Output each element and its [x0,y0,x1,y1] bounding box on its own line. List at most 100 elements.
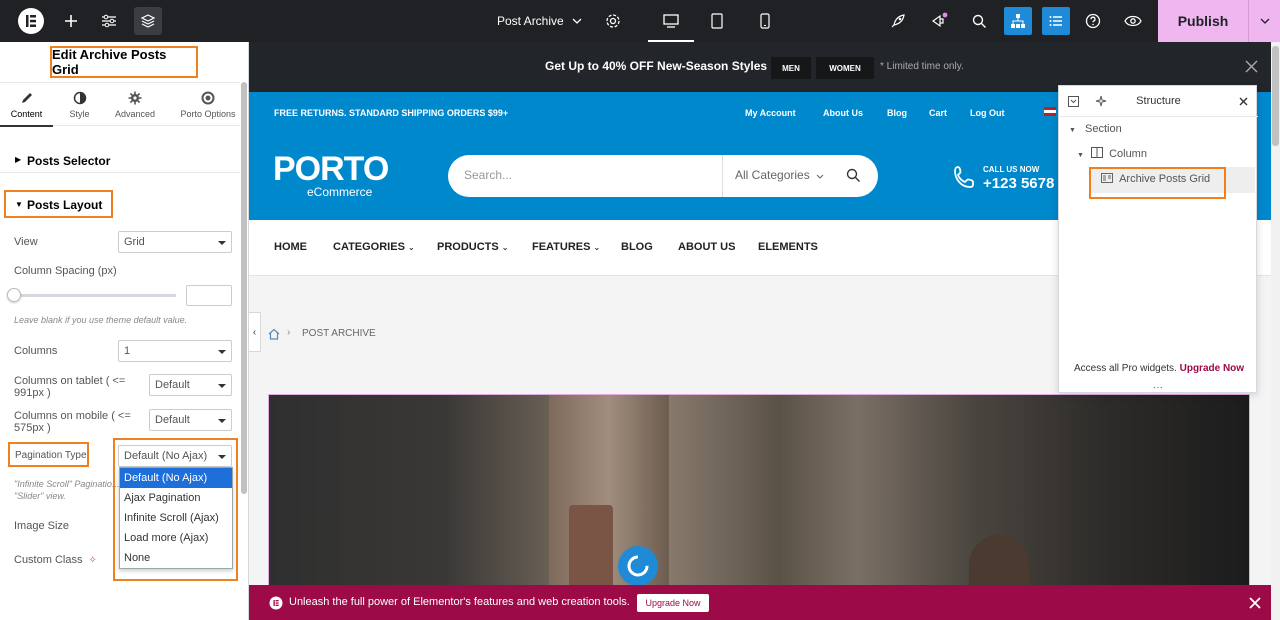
site-settings-button[interactable] [96,0,122,42]
tab-porto-options[interactable]: Porto Options [172,83,244,127]
column-spacing-label: Column Spacing (px) [14,265,117,277]
nav-item-products[interactable]: PRODUCTS ⌄ [437,241,509,253]
columns-mobile-value: Default [155,414,190,426]
whats-new-button[interactable] [926,0,952,42]
caret-down-icon: ▼ [1069,127,1076,134]
pagination-type-label: Pagination Type [8,442,89,467]
add-element-button[interactable] [58,0,84,42]
preview-button[interactable] [1120,0,1146,42]
mobile-view-button[interactable] [752,0,778,42]
nav-label: FEATURES [532,241,591,253]
preview-scrollbar[interactable] [1271,42,1280,620]
publish-options-button[interactable] [1248,0,1280,42]
nav-item-categories[interactable]: CATEGORIES ⌄ [333,241,415,253]
collapse-panel-button[interactable]: ‹ [249,312,261,352]
page-selector[interactable]: Post Archive [482,0,592,42]
dropdown-option[interactable]: Infinite Scroll (Ajax) [120,508,232,528]
category-select[interactable]: All Categories [722,155,832,197]
upgrade-now-button[interactable]: Upgrade Now [637,594,709,612]
page-settings-button[interactable] [600,0,626,42]
search-input[interactable]: Search... [464,168,512,182]
gear-icon [606,14,620,28]
nav-item-features[interactable]: FEATURES ⌄ [532,241,600,253]
elementor-logo-button[interactable] [16,0,46,42]
header-link[interactable]: My Account [745,108,796,118]
sitemap-icon [1011,14,1025,28]
panel-scrollbar[interactable] [241,82,247,494]
pagination-type-select[interactable]: Default (No Ajax) [118,445,232,467]
scrollbar-thumb[interactable] [1272,46,1279,146]
structure-item-section[interactable]: ▼ Section [1069,123,1122,135]
tab-advanced[interactable]: Advanced [106,83,164,127]
close-icon[interactable] [1239,97,1248,106]
nav-item-blog[interactable]: BLOG [621,241,653,253]
us-flag-icon[interactable] [1044,107,1056,116]
columns-select[interactable]: 1 [118,340,232,362]
tablet-view-button[interactable] [704,0,730,42]
header-link[interactable]: Blog [887,108,907,118]
nav-item-home[interactable]: HOME [274,241,307,253]
nav-item-about[interactable]: ABOUT US [678,241,735,253]
nav-item-elements[interactable]: ELEMENTS [758,241,818,253]
view-select[interactable]: Grid [118,231,232,253]
site-structure-button[interactable] [1004,7,1032,35]
header-link[interactable]: Cart [929,108,947,118]
plus-icon [65,15,77,27]
posts-layout-section[interactable]: ▼ Posts Layout [4,190,113,218]
publish-button[interactable]: Publish [1158,0,1248,42]
column-spacing-slider[interactable] [14,294,176,297]
notice-close-button[interactable] [1249,596,1261,614]
sliders-icon [102,14,116,28]
promo-women-button[interactable]: WOMEN [816,57,874,79]
phone-icon [954,166,974,188]
help-button[interactable] [1080,0,1106,42]
dropdown-option[interactable]: Load more (Ajax) [120,528,232,548]
section-label: Posts Selector [27,154,111,168]
pagination-value: Default (No Ajax) [124,450,208,462]
upsell-link[interactable]: Upgrade Now [1180,363,1244,374]
chevron-down-icon [218,419,226,423]
search-button[interactable] [846,168,861,188]
column-spacing-input[interactable] [186,285,232,306]
desktop-icon [663,14,679,28]
columns-label: Columns [14,345,58,357]
site-logo[interactable]: PORTO [273,152,389,186]
columns-mobile-select[interactable]: Default [149,409,232,431]
launchpad-button[interactable] [885,0,911,42]
chevron-down-icon: ⌄ [593,243,601,252]
caret-down-icon: ▼ [15,200,23,209]
posts-selector-section[interactable]: ▶ Posts Selector [0,149,240,173]
desktop-view-button[interactable] [658,0,684,42]
header-link[interactable]: Log Out [970,108,1005,118]
chevron-down-icon [218,384,226,388]
call-number: +123 5678 [983,175,1055,192]
structure-item-column[interactable]: ▼ Column [1077,147,1147,160]
structure-title: Structure [1136,95,1181,107]
chevron-left-icon: ‹ [252,326,257,338]
ai-sparkle-icon[interactable]: ✧ [89,555,97,566]
panel-tabs: Content Style Advanced Porto Options [0,82,240,127]
header-link[interactable]: About Us [823,108,863,118]
promo-men-button[interactable]: MEN [771,57,811,79]
resize-handle-icon[interactable]: ··· [1153,382,1163,393]
home-icon[interactable] [268,328,280,340]
promo-note: * Limited time only. [880,61,964,72]
tab-style[interactable]: Style [53,83,106,127]
navigator-button[interactable] [1042,7,1070,35]
search-icon [972,14,986,28]
dropdown-option[interactable]: Ajax Pagination [120,488,232,508]
structure-toggle-button[interactable] [134,7,162,35]
editor-panel: Edit Archive Posts Grid Content Style Ad… [0,42,249,620]
category-label: All Categories [735,168,810,182]
promo-close-button[interactable] [1245,60,1258,78]
tab-content[interactable]: Content [0,83,53,127]
dropdown-option[interactable]: Default (No Ajax) [120,468,232,488]
section-label: Posts Layout [27,198,103,212]
slider-handle[interactable] [7,288,21,302]
columns-tablet-select[interactable]: Default [149,374,232,396]
tab-label: Advanced [114,109,156,119]
finder-button[interactable] [966,0,992,42]
chevron-down-icon [1260,18,1269,24]
dropdown-option[interactable]: None [120,548,232,568]
promo-text: Get Up to 40% OFF New-Season Styles [545,59,767,73]
